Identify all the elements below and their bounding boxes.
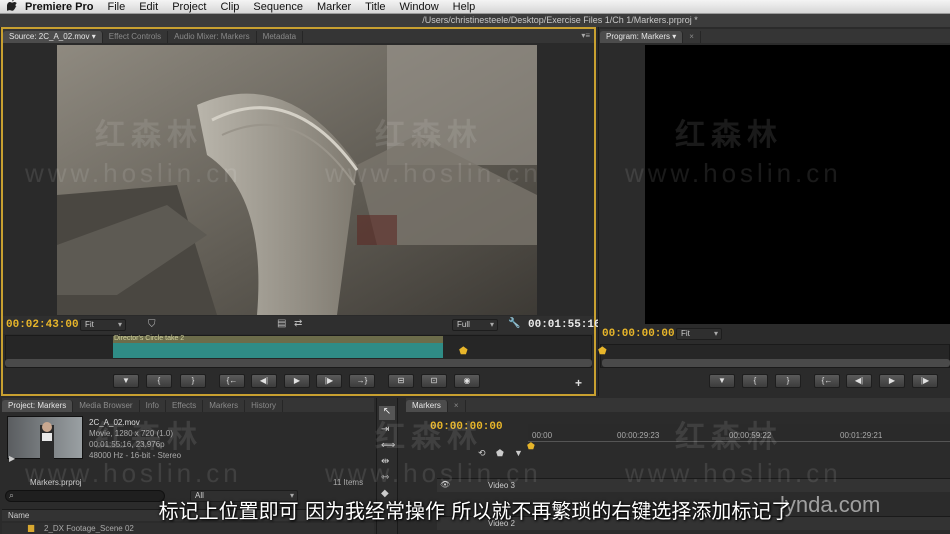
watermark-cn-2: 红森林 <box>375 118 483 153</box>
watermark-cn-3: 红森林 <box>675 118 783 153</box>
source-clip-marker-span[interactable] <box>113 343 443 358</box>
source-zoom-scrollbar[interactable] <box>5 359 592 367</box>
watermark-cn-6: 红森林 <box>675 420 783 455</box>
panel-menu-icon[interactable]: ▾≡ <box>581 31 590 40</box>
safe-margins-icon[interactable]: ⛉ <box>148 319 156 330</box>
menu-clip[interactable]: Clip <box>213 0 246 14</box>
menu-window[interactable]: Window <box>393 0 446 14</box>
add-marker-button[interactable]: ▼ <box>113 374 139 388</box>
mark-in-button[interactable]: { <box>146 374 172 388</box>
tab-effects[interactable]: Effects <box>166 400 204 412</box>
export-frame-button[interactable]: ◉ <box>454 374 480 388</box>
drag-audio-icon[interactable]: ⇄ <box>294 318 302 329</box>
thumbnail-play-icon[interactable]: ▶ <box>9 454 15 463</box>
timeline-playhead-icon[interactable]: ⬟ <box>527 441 535 452</box>
settings-wrench-icon[interactable]: 🔧 <box>508 318 520 329</box>
menu-title[interactable]: Title <box>358 0 392 14</box>
program-go-to-in-button[interactable]: {← <box>814 374 840 388</box>
watermark-url-5: www.hoslin.cn <box>325 458 542 488</box>
app-menu[interactable]: Premiere Pro <box>18 0 100 14</box>
ruler-tick-1: 00:00:29:23 <box>617 431 660 440</box>
tab-timeline-markers[interactable]: Markers <box>406 400 448 412</box>
watermark-url-4: www.hoslin.cn <box>25 458 242 488</box>
go-to-in-button[interactable]: {← <box>219 374 245 388</box>
tab-program[interactable]: Program: Markers ▾ <box>600 31 684 43</box>
tab-effect-controls[interactable]: Effect Controls <box>103 31 169 43</box>
program-zoom-scrollbar[interactable] <box>602 359 950 367</box>
tab-project[interactable]: Project: Markers <box>2 400 74 412</box>
source-duration: 00:01:55:16 <box>528 319 601 331</box>
tab-history[interactable]: History <box>245 400 284 412</box>
tab-markers[interactable]: Markers <box>203 400 246 412</box>
overwrite-button[interactable]: ⊡ <box>421 374 447 388</box>
program-mark-out-button[interactable]: } <box>775 374 801 388</box>
menu-edit[interactable]: Edit <box>132 0 165 14</box>
program-playhead-icon[interactable]: ⬟ <box>598 346 607 357</box>
timeline-tabbar: Markers × <box>406 398 950 412</box>
video-subtitle: 标记上位置即可 因为我经常操作 所以就不再繁琐的右键选择添加标记了 <box>158 499 792 523</box>
watermark-url-2: www.hoslin.cn <box>325 158 542 188</box>
menu-file[interactable]: File <box>100 0 132 14</box>
menu-sequence[interactable]: Sequence <box>246 0 310 14</box>
program-step-back-button[interactable]: ◀| <box>846 374 872 388</box>
tab-media-browser[interactable]: Media Browser <box>73 400 140 412</box>
source-zoom-select[interactable]: Fit <box>80 319 126 331</box>
program-step-forward-button[interactable]: |▶ <box>912 374 938 388</box>
source-tabbar: Source: 2C_A_02.mov ▾ Effect Controls Au… <box>3 29 594 43</box>
mark-out-button[interactable]: } <box>180 374 206 388</box>
go-to-out-button[interactable]: →} <box>349 374 375 388</box>
menu-marker[interactable]: Marker <box>310 0 358 14</box>
ruler-tick-0: 00:00 <box>532 431 553 440</box>
tab-program-close[interactable]: × <box>683 31 701 43</box>
tab-info[interactable]: Info <box>140 400 166 412</box>
program-add-marker-button[interactable]: ▼ <box>709 374 735 388</box>
program-current-timecode[interactable]: 00:00:00:00 <box>602 328 675 340</box>
playhead-icon[interactable]: ⬟ <box>459 346 468 357</box>
button-editor-plus-icon[interactable]: + <box>575 376 582 390</box>
menu-help[interactable]: Help <box>446 0 483 14</box>
program-play-button[interactable]: ▶ <box>879 374 905 388</box>
watermark-cn-1: 红森林 <box>95 118 203 153</box>
clip-thumbnail[interactable] <box>7 416 83 460</box>
drag-video-icon[interactable]: ▤ <box>277 318 286 329</box>
step-forward-button[interactable]: |▶ <box>316 374 342 388</box>
mac-menubar: Premiere Pro File Edit Project Clip Sequ… <box>0 0 950 14</box>
source-current-timecode[interactable]: 00:02:43:00 <box>6 319 79 331</box>
watermark-cn-5: 红森林 <box>375 420 483 455</box>
step-back-button[interactable]: ◀| <box>251 374 277 388</box>
program-tabbar: Program: Markers ▾ × <box>600 29 950 43</box>
insert-button[interactable]: ⊟ <box>388 374 414 388</box>
watermark-url-6: www.hoslin.cn <box>625 458 842 488</box>
project-tabbar: Project: Markers Media Browser Info Effe… <box>2 398 374 412</box>
tab-timeline-close[interactable]: × <box>448 400 466 412</box>
tab-source[interactable]: Source: 2C_A_02.mov ▾ <box>3 31 103 43</box>
program-mark-in-button[interactable]: { <box>742 374 768 388</box>
window-title: /Users/christinesteele/Desktop/Exercise … <box>0 14 950 27</box>
folder-icon: ▆ <box>28 523 35 532</box>
tab-metadata[interactable]: Metadata <box>257 31 304 43</box>
menu-project[interactable]: Project <box>165 0 213 14</box>
project-row-name: 2_DX Footage_Scene 02 <box>44 524 134 533</box>
source-marker-label: Director's Circle take 2 <box>114 335 185 342</box>
watermark-url-1: www.hoslin.cn <box>25 158 242 188</box>
tab-audio-mixer[interactable]: Audio Mixer: Markers <box>168 31 257 43</box>
watermark-cn-4: 红森林 <box>95 420 203 455</box>
program-zoom-select[interactable]: Fit <box>676 328 722 340</box>
marker-icon[interactable]: ▼ <box>514 448 523 458</box>
play-button[interactable]: ▶ <box>284 374 310 388</box>
apple-menu-icon[interactable] <box>0 0 18 14</box>
watermark-url-3: www.hoslin.cn <box>625 158 842 188</box>
source-quality-select[interactable]: Full <box>452 319 498 331</box>
ruler-tick-3: 00:01:29:21 <box>840 431 883 440</box>
